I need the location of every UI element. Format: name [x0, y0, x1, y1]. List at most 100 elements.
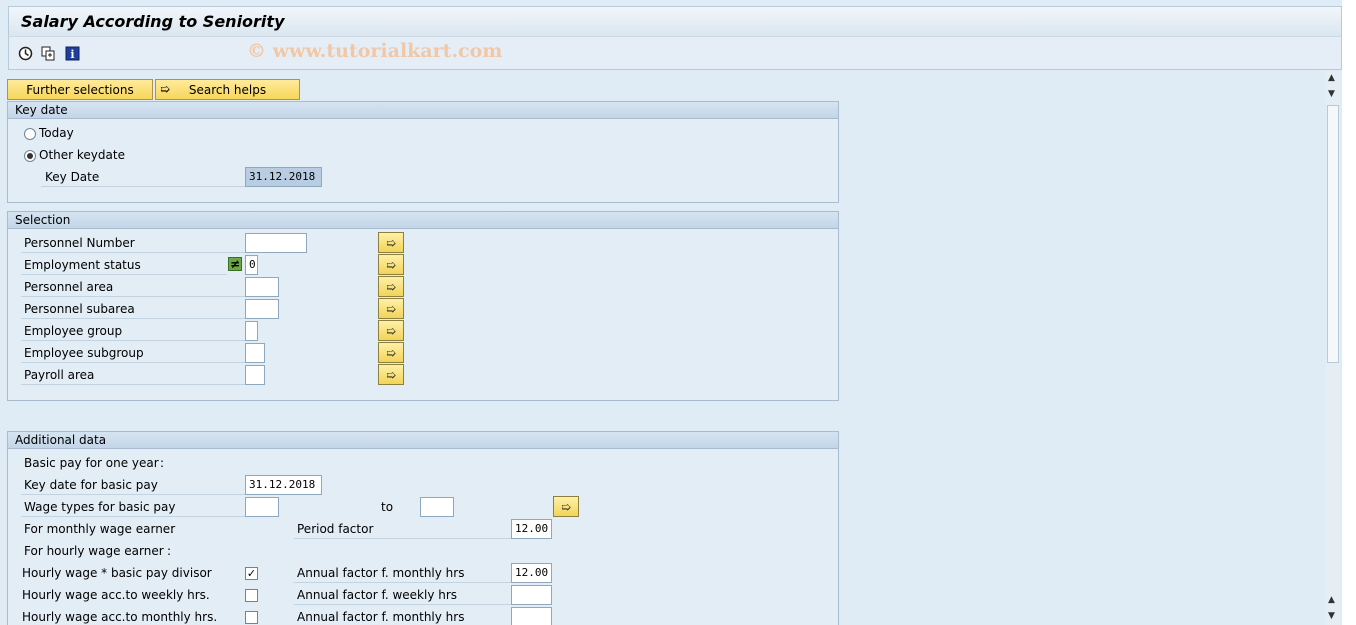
- label-underline: [294, 538, 511, 539]
- key-date-header: Key date: [8, 102, 838, 119]
- title-bar: Salary According to Seniority: [8, 6, 1342, 36]
- multiple-selection-button[interactable]: ➯: [378, 342, 404, 363]
- page-title: Salary According to Seniority: [21, 12, 285, 31]
- multiple-selection-button[interactable]: ➯: [378, 320, 404, 341]
- further-selections-button[interactable]: Further selections: [7, 79, 153, 100]
- to-label: to: [381, 500, 394, 514]
- selection-header: Selection: [8, 212, 838, 229]
- monthly-earner-label: For monthly wage earner: [24, 522, 176, 536]
- colon: :: [167, 544, 172, 558]
- employee-group-input[interactable]: [245, 321, 258, 341]
- personnel-number-input[interactable]: [245, 233, 307, 253]
- annual-weekly-input[interactable]: [511, 585, 552, 605]
- employee-subgroup-input[interactable]: [245, 343, 265, 363]
- wage-types-label: Wage types for basic pay: [24, 500, 176, 514]
- multiple-selection-button[interactable]: ➯: [553, 496, 579, 517]
- hourly-divisor-checkbox[interactable]: ✓: [245, 567, 258, 580]
- employment-status-label: Employment status: [24, 258, 141, 272]
- employment-status-input[interactable]: 0: [245, 255, 258, 275]
- scroll-page-down-icon[interactable]: ▼: [1328, 611, 1335, 621]
- label-underline: [294, 604, 511, 605]
- key-date-label: Key Date: [45, 170, 100, 184]
- label-underline: [21, 384, 245, 385]
- arrow-right-icon: ➯: [385, 257, 397, 272]
- key-date-group: Key date Today Other keydate Key Date 31…: [7, 101, 839, 203]
- annual-monthly-label: Annual factor f. monthly hrs: [297, 566, 465, 580]
- arrow-right-icon: ➯: [385, 367, 397, 382]
- personnel-subarea-label: Personnel subarea: [24, 302, 135, 316]
- period-factor-label: Period factor: [297, 522, 374, 536]
- today-radio[interactable]: [24, 128, 36, 140]
- scroll-down-icon[interactable]: ▲: [1328, 595, 1335, 605]
- personnel-number-label: Personnel Number: [24, 236, 135, 250]
- search-helps-label: Search helps: [188, 82, 267, 97]
- personnel-subarea-input[interactable]: [245, 299, 279, 319]
- annual-weekly-label: Annual factor f. weekly hrs: [297, 588, 458, 602]
- arrow-right-icon: ➯: [385, 235, 397, 250]
- vertical-scrollbar[interactable]: ▲ ▼ ▲ ▼: [1326, 71, 1340, 625]
- info-icon[interactable]: i: [64, 45, 80, 61]
- additional-data-header: Additional data: [8, 432, 838, 449]
- label-underline: [21, 274, 227, 275]
- execute-icon[interactable]: [17, 45, 33, 61]
- today-label: Today: [39, 126, 74, 140]
- colon: :: [160, 456, 165, 470]
- further-selections-label: Further selections: [26, 82, 134, 97]
- label-underline: [294, 582, 511, 583]
- svg-text:i: i: [70, 48, 74, 61]
- annual-monthly2-label: Annual factor f. monthly hrs: [297, 610, 465, 624]
- key-date-input[interactable]: 31.12.2018: [245, 167, 322, 187]
- hourly-weekly-checkbox[interactable]: [245, 589, 258, 602]
- application-toolbar: i © www.tutorialkart.com: [8, 36, 1342, 70]
- label-underline: [21, 252, 245, 253]
- selection-group: Selection Personnel Number ➯ Employment …: [7, 211, 839, 401]
- hourly-weekly-label: Hourly wage acc.to weekly hrs.: [22, 588, 210, 602]
- label-underline: [21, 340, 245, 341]
- hourly-earner-label: For hourly wage earner: [24, 544, 164, 558]
- arrow-right-icon: ➯: [160, 82, 171, 96]
- basic-pay-label: Basic pay for one year: [24, 456, 159, 470]
- multiple-selection-button[interactable]: ➯: [378, 276, 404, 297]
- label-underline: [21, 296, 245, 297]
- key-date-basic-pay-input[interactable]: 31.12.2018: [245, 475, 322, 495]
- multiple-selection-button[interactable]: ➯: [378, 232, 404, 253]
- arrow-right-icon: ➯: [385, 279, 397, 294]
- copy-variant-icon[interactable]: [40, 45, 56, 61]
- multiple-selection-button[interactable]: ➯: [378, 298, 404, 319]
- multiple-selection-button[interactable]: ➯: [378, 364, 404, 385]
- annual-monthly2-input[interactable]: [511, 607, 552, 625]
- not-equal-operator-icon[interactable]: ≠: [228, 257, 242, 271]
- search-helps-button[interactable]: ➯ Search helps: [155, 79, 300, 100]
- arrow-right-icon: ➯: [385, 345, 397, 360]
- wage-types-from-input[interactable]: [245, 497, 279, 517]
- scrollbar-thumb[interactable]: [1327, 105, 1339, 363]
- hourly-divisor-label: Hourly wage * basic pay divisor: [22, 566, 212, 580]
- payroll-area-label: Payroll area: [24, 368, 95, 382]
- scroll-up-icon[interactable]: ▲: [1328, 73, 1335, 83]
- main-content: Further selections ➯ Search helps Key da…: [0, 71, 1326, 625]
- personnel-area-input[interactable]: [245, 277, 279, 297]
- label-underline: [21, 516, 245, 517]
- colon: :: [170, 522, 175, 536]
- payroll-area-input[interactable]: [245, 365, 265, 385]
- other-keydate-label: Other keydate: [39, 148, 125, 162]
- hourly-monthly-label: Hourly wage acc.to monthly hrs.: [22, 610, 218, 624]
- window-edge: [1342, 0, 1356, 625]
- key-date-basic-pay-label: Key date for basic pay: [24, 478, 158, 492]
- label-underline: [21, 494, 245, 495]
- employee-subgroup-label: Employee subgroup: [24, 346, 144, 360]
- multiple-selection-button[interactable]: ➯: [378, 254, 404, 275]
- other-keydate-radio[interactable]: [24, 150, 36, 162]
- wage-types-to-input[interactable]: [420, 497, 454, 517]
- additional-data-group: Additional data Basic pay for one year :…: [7, 431, 839, 625]
- label-underline: [21, 318, 245, 319]
- annual-monthly-input[interactable]: 12.00: [511, 563, 552, 583]
- label-underline: [21, 362, 245, 363]
- period-factor-input[interactable]: 12.00: [511, 519, 552, 539]
- hourly-monthly-checkbox[interactable]: [245, 611, 258, 624]
- employee-group-label: Employee group: [24, 324, 123, 338]
- arrow-right-icon: ➯: [385, 323, 397, 338]
- watermark: © www.tutorialkart.com: [247, 40, 503, 62]
- scroll-page-up-icon[interactable]: ▼: [1328, 89, 1335, 99]
- arrow-right-icon: ➯: [560, 499, 572, 514]
